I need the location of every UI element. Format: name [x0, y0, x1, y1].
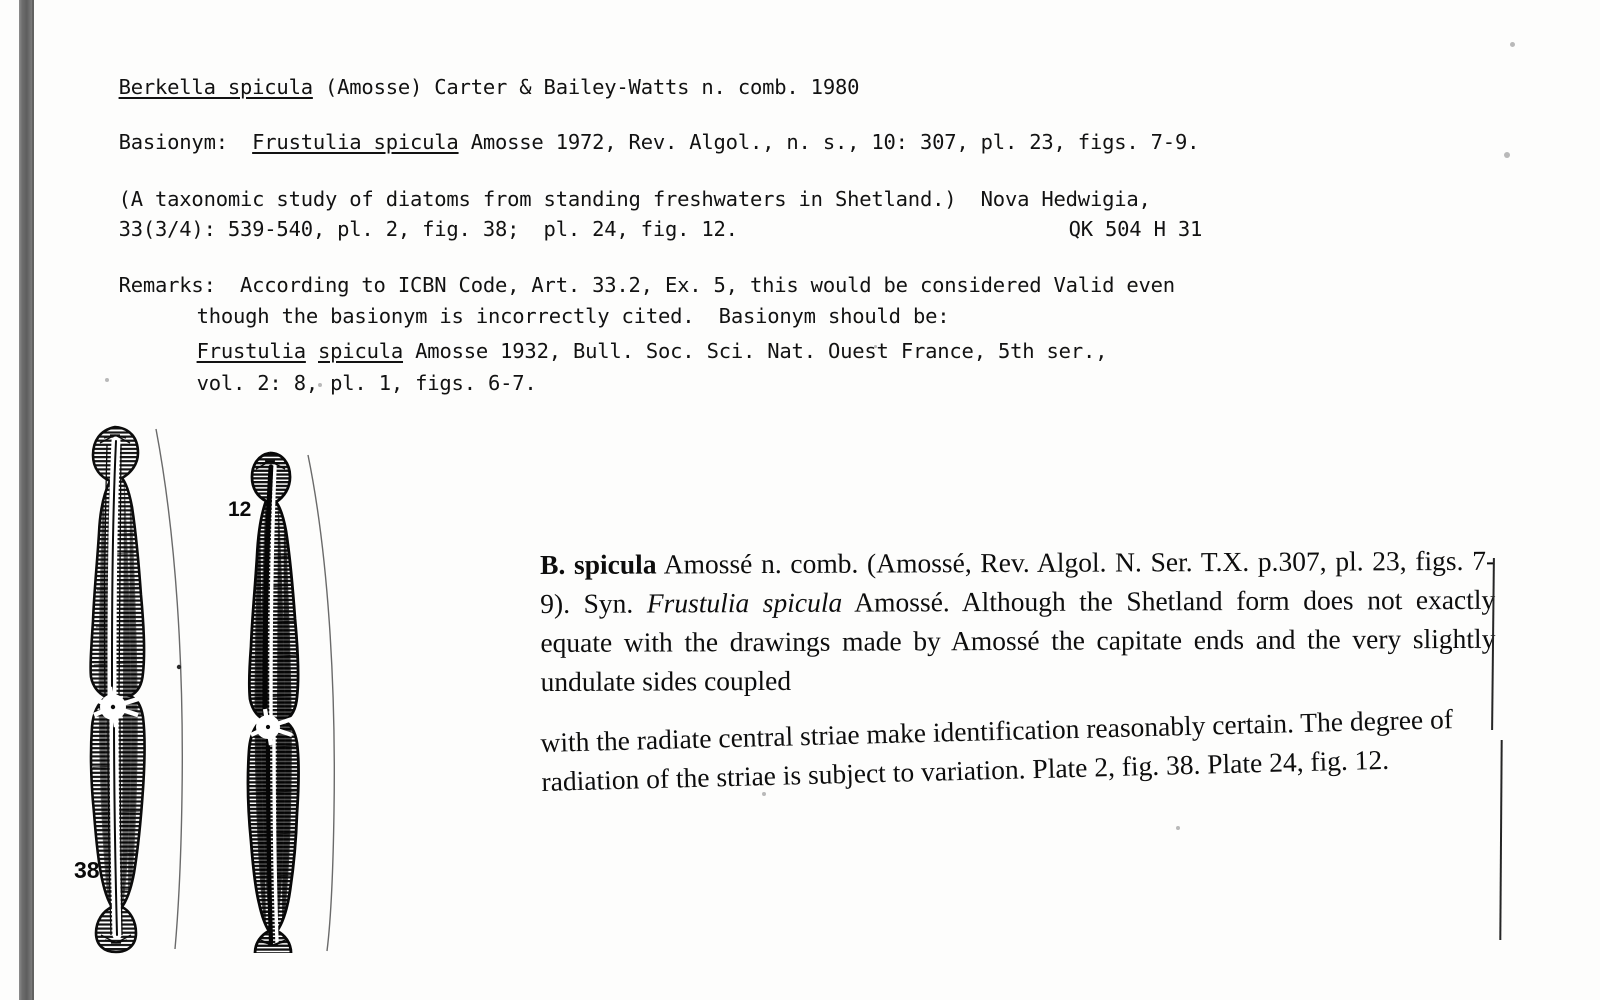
clipping-cut-edge-lower — [1499, 739, 1503, 941]
speck — [176, 664, 182, 670]
clipping-synonym-name: Frustulia spicula — [646, 586, 843, 619]
scanned-index-card-page: Berkella spicula (Amosse) Carter & Baile… — [0, 0, 1600, 1000]
remarks-text-4: vol. 2: 8, pl. 1, figs. 6-7. — [196, 371, 537, 395]
scan-edge-strip — [19, 0, 32, 1000]
clipping-paragraph-2: with the radiate central striae make ide… — [540, 698, 1507, 801]
figure-label-38-text: 38 — [74, 857, 100, 883]
clipping-paragraph-1: B. spicula Amossé n. comb. (Amossé, Rev.… — [540, 541, 1496, 701]
clipping-cut-curve-38 — [155, 428, 183, 950]
figure-label-12: 12 — [228, 498, 251, 522]
scan-edge-line — [32, 0, 34, 1000]
clipping-lead-species: spicula — [565, 548, 657, 580]
figure-label-12-text: 12 — [228, 498, 252, 521]
central-nodule-38 — [110, 704, 116, 710]
paper-speck — [1504, 152, 1510, 158]
central-nodule-12 — [265, 724, 271, 730]
paper-speck — [1176, 826, 1180, 830]
paper-speck — [1510, 42, 1515, 47]
figure-label-38: 38 — [74, 857, 100, 884]
paper-speck — [105, 378, 109, 382]
clipping-text-c: with the radiate central striae make ide… — [540, 703, 1454, 797]
figure-plate-group: 38 12 — [60, 415, 460, 955]
clipping-lead-abbrev: B. — [540, 548, 566, 580]
clipping-cut-curve-12 — [307, 454, 335, 952]
